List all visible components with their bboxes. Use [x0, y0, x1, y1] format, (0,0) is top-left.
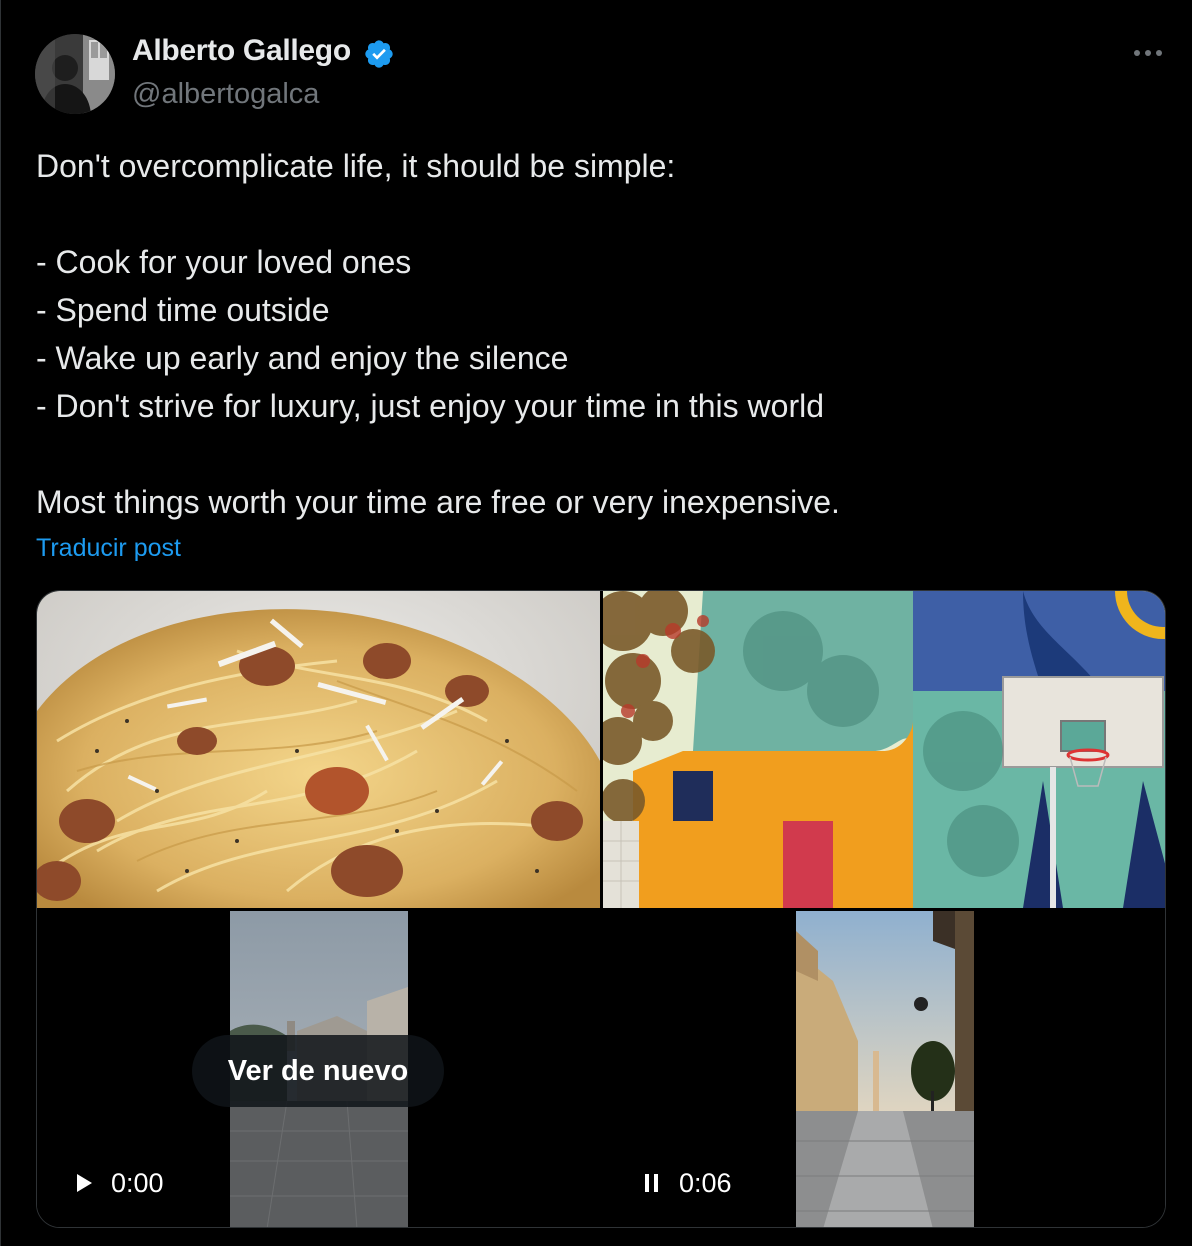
play-icon[interactable] [67, 1166, 101, 1200]
media-grid: Ver de nuevo 0:00 0:06 [36, 590, 1166, 1228]
verified-badge-icon[interactable] [363, 38, 395, 70]
avatar-photo [35, 34, 115, 114]
more-options-icon[interactable] [1129, 38, 1169, 68]
post-card[interactable]: Alberto Gallego @albertogalca Don't over… [0, 0, 1192, 1246]
video-1-timestamp: 0:00 [111, 1167, 164, 1198]
author-handle[interactable]: @albertogalca [132, 78, 319, 111]
post-text-line: - Cook for your loved ones [36, 244, 412, 280]
post-text-line: - Don't strive for luxury, just enjoy yo… [36, 388, 824, 424]
post-text-line: - Wake up early and enjoy the silence [36, 340, 569, 376]
video-2-timestamp: 0:06 [679, 1167, 732, 1198]
post-text-line [36, 430, 1156, 478]
video-2-controls: 0:06 [635, 1163, 732, 1203]
post-text-line [36, 190, 1156, 238]
post-text-line: Don't overcomplicate life, it should be … [36, 148, 676, 184]
video-1-controls: 0:00 [67, 1163, 164, 1203]
author-name[interactable]: Alberto Gallego [132, 34, 351, 68]
post-text-line: Most things worth your time are free or … [36, 484, 840, 520]
pasta-photo [37, 591, 600, 908]
post-text-line: - Spend time outside [36, 292, 330, 328]
media-photo-pasta[interactable] [37, 591, 600, 908]
basketball-court-photo [603, 591, 1165, 908]
pause-icon[interactable] [635, 1166, 669, 1200]
author-avatar[interactable] [35, 34, 115, 114]
translate-post-link[interactable]: Traducir post [36, 534, 181, 563]
post-text: Don't overcomplicate life, it should be … [36, 142, 1156, 526]
replay-button[interactable]: Ver de nuevo [192, 1035, 444, 1107]
media-photo-basketball-court[interactable] [603, 591, 1165, 908]
